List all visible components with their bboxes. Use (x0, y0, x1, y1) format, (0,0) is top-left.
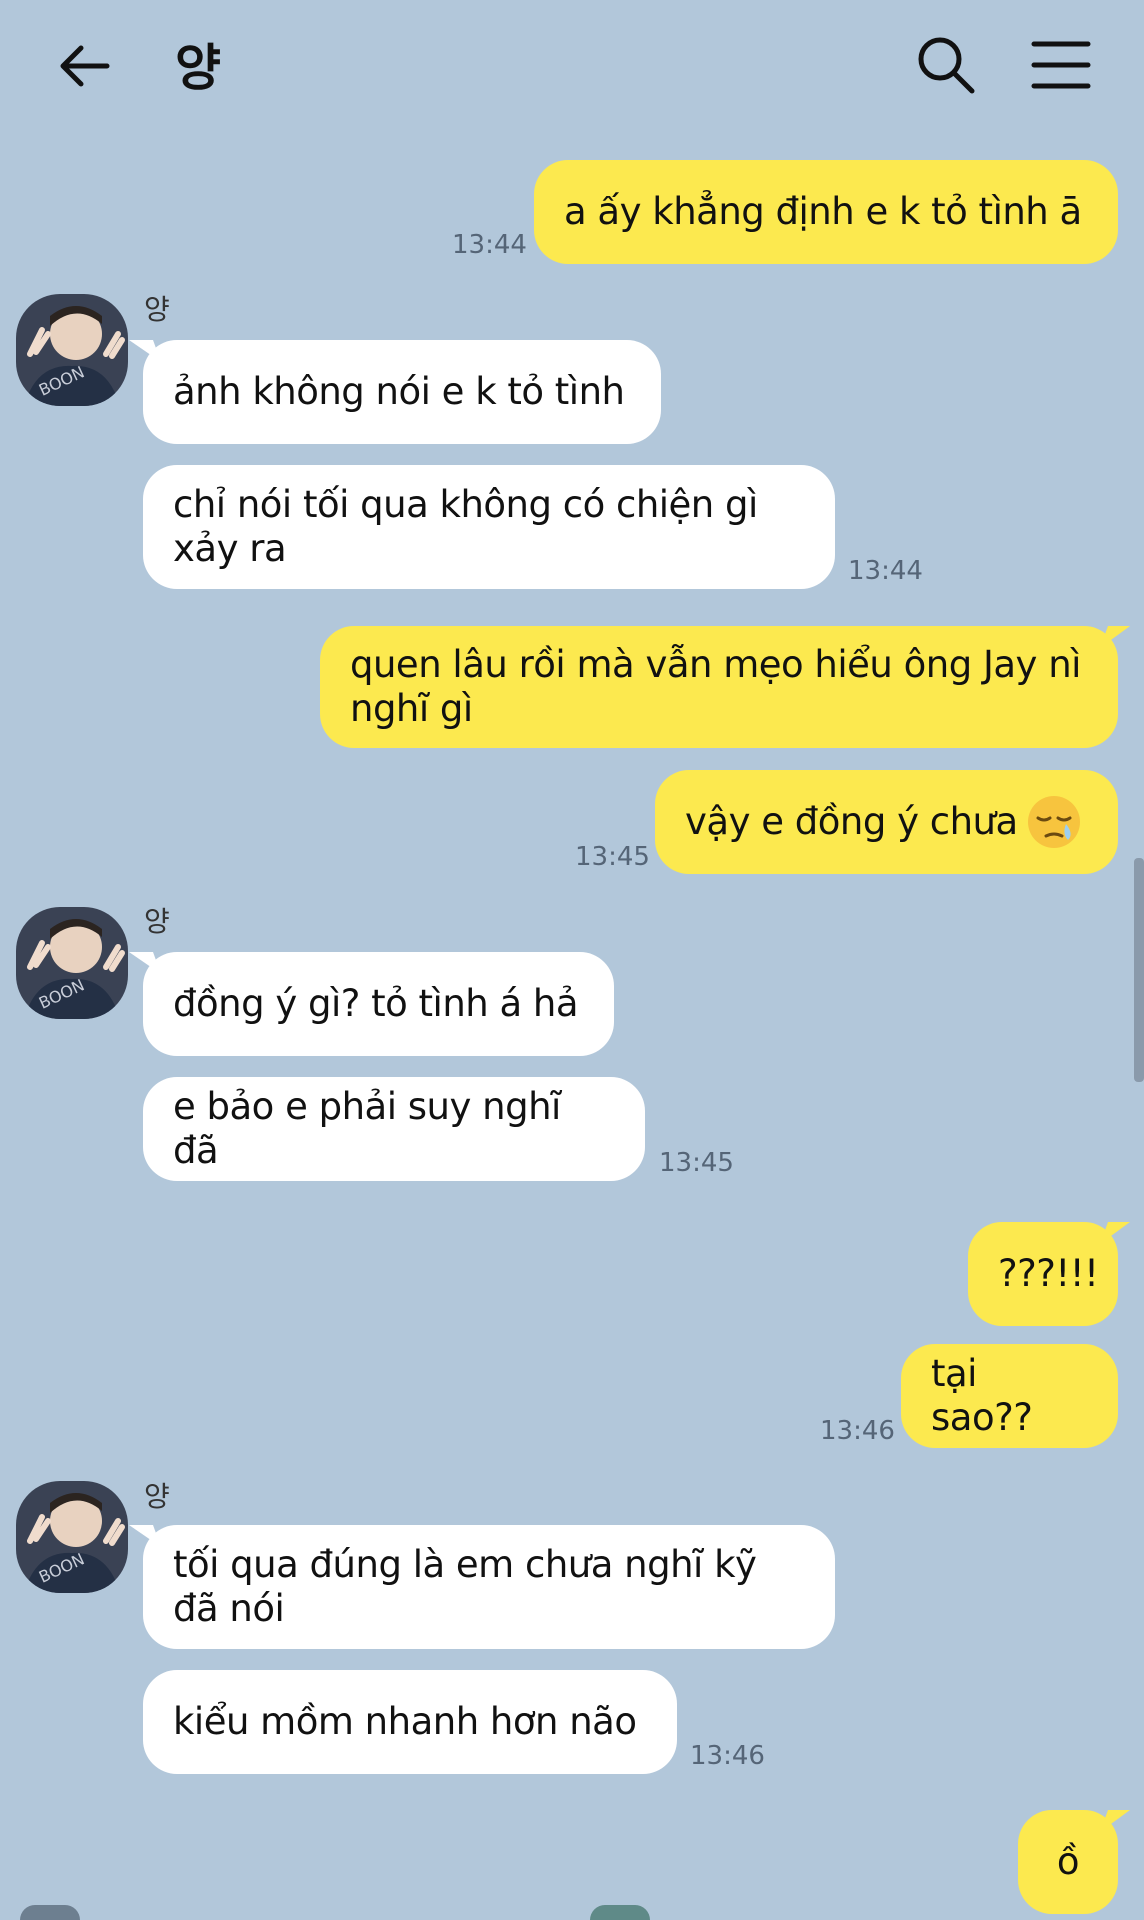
their-message-bubble[interactable]: e bảo e phải suy nghĩ đã (143, 1077, 645, 1181)
avatar[interactable]: BOON (16, 1481, 128, 1593)
message-text: tối qua đúng là em chưa nghĩ kỹ đã nói (173, 1543, 757, 1630)
avatar[interactable]: BOON (16, 907, 128, 1019)
message-list[interactable]: 13:44 a ấy khẳng định e k tỏ tình ā BOON… (0, 130, 1144, 1920)
message-time: 13:45 (659, 1148, 734, 1178)
sleepy-face-emoji-icon (1027, 796, 1080, 848)
sender-name: 양 (144, 905, 170, 938)
their-message-bubble[interactable]: tối qua đúng là em chưa nghĩ kỹ đã nói (143, 1525, 835, 1649)
my-message-bubble[interactable]: a ấy khẳng định e k tỏ tình ā (534, 160, 1118, 264)
my-message-bubble[interactable]: ồ (1018, 1810, 1118, 1914)
my-message-bubble[interactable]: vậy e đồng ý chưa (655, 770, 1118, 874)
message-time: 13:45 (575, 842, 650, 872)
message-text: quen lâu rồi mà vẫn mẹo hiểu ông Jay nì … (350, 643, 1081, 730)
my-message-bubble[interactable]: tại sao?? (901, 1344, 1118, 1448)
message-time: 13:46 (820, 1416, 895, 1446)
message-time: 13:44 (452, 230, 527, 260)
search-icon (918, 37, 975, 94)
message-text: kiểu mồm nhanh hơn não (173, 1700, 637, 1743)
avatar[interactable]: BOON (16, 294, 128, 406)
sender-name: 양 (144, 1480, 170, 1513)
chat-title: 양 (175, 39, 221, 97)
sender-name: 양 (144, 293, 170, 326)
my-message-bubble[interactable]: ???!!! (968, 1222, 1118, 1326)
message-text: ồ (1056, 1840, 1080, 1883)
their-message-bubble[interactable]: đồng ý gì? tỏ tình á hả (143, 952, 614, 1056)
message-text: ảnh không nói e k tỏ tình (173, 370, 625, 413)
chat-header: 양 (0, 0, 1144, 130)
message-text: chỉ nói tối qua không có chiện gì xảy ra (173, 483, 758, 570)
hamburger-menu-icon (1031, 41, 1091, 89)
my-message-bubble[interactable]: quen lâu rồi mà vẫn mẹo hiểu ông Jay nì … (320, 626, 1118, 748)
message-text: ???!!! (998, 1252, 1099, 1295)
arrow-left-icon (60, 45, 110, 87)
back-button[interactable] (55, 36, 115, 96)
message-text: e bảo e phải suy nghĩ đã (173, 1085, 561, 1172)
message-text: a ấy khẳng định e k tỏ tình ā (564, 190, 1082, 233)
search-button[interactable] (915, 34, 977, 96)
their-message-bubble[interactable]: chỉ nói tối qua không có chiện gì xảy ra (143, 465, 835, 589)
message-time: 13:46 (690, 1741, 765, 1771)
their-message-bubble[interactable]: ảnh không nói e k tỏ tình (143, 340, 661, 444)
message-time: 13:44 (848, 556, 923, 586)
message-text: tại sao?? (931, 1352, 1033, 1439)
message-text: đồng ý gì? tỏ tình á hả (173, 982, 579, 1025)
scrollbar[interactable] (1134, 858, 1144, 1082)
bottom-bar-edge (20, 1905, 80, 1920)
their-message-bubble[interactable]: kiểu mồm nhanh hơn não (143, 1670, 677, 1774)
bottom-bar-edge (590, 1905, 650, 1920)
message-text: vậy e đồng ý chưa (685, 800, 1018, 843)
menu-button[interactable] (1030, 38, 1092, 92)
